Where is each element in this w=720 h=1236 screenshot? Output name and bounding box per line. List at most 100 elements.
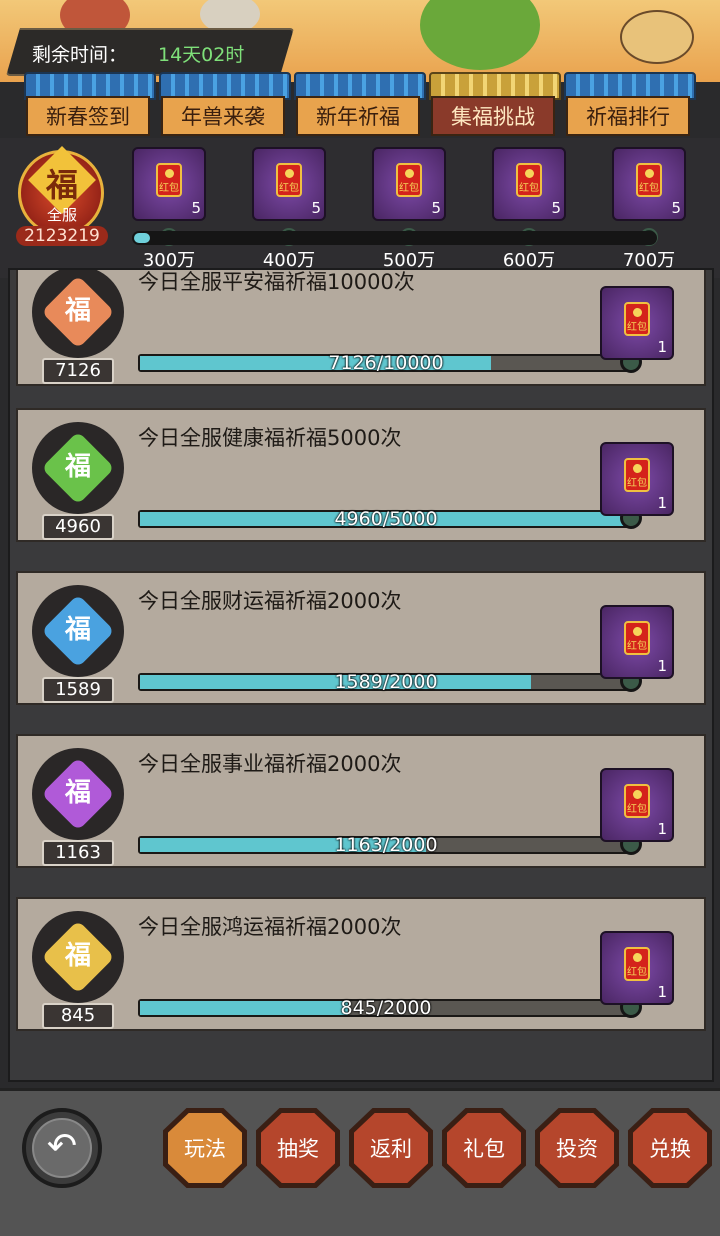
milestone-reward[interactable]: 红包 5 <box>372 147 446 221</box>
tab-2[interactable]: 年兽来袭 <box>159 72 291 138</box>
task-count: 4960 <box>42 514 114 540</box>
reward-qty: 5 <box>671 199 681 217</box>
tab-label: 新春签到 <box>26 96 150 136</box>
reward-qty: 1 <box>657 820 667 838</box>
task-progress-bar: 1163/2000 <box>138 834 634 856</box>
task-progress-text: 1163/2000 <box>334 834 438 856</box>
task-list-panel[interactable]: 福 7126 今日全服平安福祈福10000次 7126/10000 红包 1 福 4960 今日… <box>8 268 714 1082</box>
tab-label: 集福挑战 <box>431 96 555 136</box>
task-progress-bar: 4960/5000 <box>138 508 634 530</box>
footer-button-3[interactable]: 返利 <box>349 1108 433 1188</box>
task-title: 今日全服平安福祈福10000次 <box>138 270 415 294</box>
footer-button-1[interactable]: 玩法 <box>163 1108 247 1188</box>
red-packet-icon: 红包 <box>516 163 542 197</box>
red-packet-text: 红包 <box>159 183 179 194</box>
server-fu-count: 2123219 <box>16 226 108 246</box>
task-progress-text: 7126/10000 <box>328 352 444 374</box>
task-reward[interactable]: 红包 1 <box>600 931 674 1005</box>
timer-label: 剩余时间： <box>32 44 128 66</box>
task-card: 福 845 今日全服鸿运福祈福2000次 845/2000 红包 1 <box>16 897 706 1031</box>
coin-icon <box>525 169 534 178</box>
coin-icon <box>405 169 414 178</box>
coin-icon <box>633 790 642 799</box>
red-packet-text: 红包 <box>627 967 647 978</box>
reward-qty: 1 <box>657 338 667 356</box>
task-title: 今日全服鸿运福祈福2000次 <box>138 915 402 939</box>
reward-qty: 5 <box>191 199 201 217</box>
server-label: 全服 <box>46 206 77 224</box>
tab-4[interactable]: 集福挑战 <box>429 72 561 138</box>
task-reward[interactable]: 红包 1 <box>600 605 674 679</box>
footer-button-label: 投资 <box>540 1113 614 1183</box>
reward-qty: 1 <box>657 983 667 1001</box>
milestone-reward[interactable]: 红包 5 <box>252 147 326 221</box>
task-count: 1589 <box>42 677 114 703</box>
tab-label: 新年祈福 <box>296 96 420 136</box>
task-title: 今日全服财运福祈福2000次 <box>138 589 402 613</box>
tab-5[interactable]: 祈福排行 <box>564 72 696 138</box>
footer-button-label: 返利 <box>354 1113 428 1183</box>
task-card: 福 1163 今日全服事业福祈福2000次 1163/2000 红包 1 <box>16 734 706 868</box>
footer-button-2[interactable]: 抽奖 <box>256 1108 340 1188</box>
fu-token-icon: 福 <box>28 903 128 1003</box>
coin-icon <box>645 169 654 178</box>
reward-qty: 5 <box>431 199 441 217</box>
horse-figure <box>620 10 694 64</box>
token-glyph: 福 <box>64 296 91 326</box>
task-progress-bar: 7126/10000 <box>138 352 634 374</box>
task-progress-bar: 845/2000 <box>138 997 634 1019</box>
fu-glyph: 福 <box>45 166 78 204</box>
red-packet-text: 红包 <box>627 478 647 489</box>
footer-button-label: 礼包 <box>447 1113 521 1183</box>
task-card: 福 4960 今日全服健康福祈福5000次 4960/5000 红包 1 <box>16 408 706 542</box>
task-card: 福 1589 今日全服财运福祈福2000次 1589/2000 红包 1 <box>16 571 706 705</box>
milestone-progress-track <box>132 231 657 245</box>
red-packet-text: 红包 <box>519 183 539 194</box>
milestone-reward[interactable]: 红包 5 <box>492 147 566 221</box>
red-packet-icon: 红包 <box>396 163 422 197</box>
back-button[interactable]: ↶ <box>22 1108 102 1188</box>
token-glyph: 福 <box>64 452 91 482</box>
tab-label: 祈福排行 <box>566 96 690 136</box>
task-reward[interactable]: 红包 1 <box>600 442 674 516</box>
task-progress-text: 1589/2000 <box>334 671 438 693</box>
red-packet-icon: 红包 <box>624 784 650 818</box>
tab-label: 年兽来袭 <box>161 96 285 136</box>
red-packet-icon: 红包 <box>624 302 650 336</box>
red-packet-icon: 红包 <box>624 947 650 981</box>
task-reward[interactable]: 红包 1 <box>600 768 674 842</box>
milestone-reward[interactable]: 红包 5 <box>612 147 686 221</box>
footer-button-6[interactable]: 兑换 <box>628 1108 712 1188</box>
fu-token-icon: 福 <box>28 270 128 358</box>
milestone-reward[interactable]: 红包 5 <box>132 147 206 221</box>
red-packet-icon: 红包 <box>276 163 302 197</box>
red-packet-icon: 红包 <box>624 458 650 492</box>
back-arrow-icon: ↶ <box>32 1118 92 1178</box>
red-packet-icon: 红包 <box>156 163 182 197</box>
fu-token-icon: 福 <box>28 577 128 677</box>
reward-qty: 5 <box>311 199 321 217</box>
footer-button-label: 抽奖 <box>261 1113 335 1183</box>
red-packet-text: 红包 <box>279 183 299 194</box>
token-glyph: 福 <box>64 778 91 808</box>
token-glyph: 福 <box>64 615 91 645</box>
task-progress-text: 4960/5000 <box>334 508 438 530</box>
coin-icon <box>633 953 642 962</box>
footer-button-label: 兑换 <box>633 1113 707 1183</box>
coin-icon <box>633 308 642 317</box>
task-progress-bar: 1589/2000 <box>138 671 634 693</box>
tab-1[interactable]: 新春签到 <box>24 72 156 138</box>
task-progress-text: 845/2000 <box>340 997 432 1019</box>
red-packet-text: 红包 <box>627 804 647 815</box>
task-card: 福 7126 今日全服平安福祈福10000次 7126/10000 红包 1 <box>16 270 706 386</box>
tab-3[interactable]: 新年祈福 <box>294 72 426 138</box>
red-packet-text: 红包 <box>627 641 647 652</box>
fu-token-icon: 福 <box>28 414 128 514</box>
task-reward[interactable]: 红包 1 <box>600 286 674 360</box>
task-count: 845 <box>42 1003 114 1029</box>
footer-button-4[interactable]: 礼包 <box>442 1108 526 1188</box>
countdown-timer: 剩余时间： 14天02时 <box>6 28 294 76</box>
footer-button-5[interactable]: 投资 <box>535 1108 619 1188</box>
red-packet-text: 红包 <box>639 183 659 194</box>
timer-value: 14天02时 <box>158 44 245 66</box>
